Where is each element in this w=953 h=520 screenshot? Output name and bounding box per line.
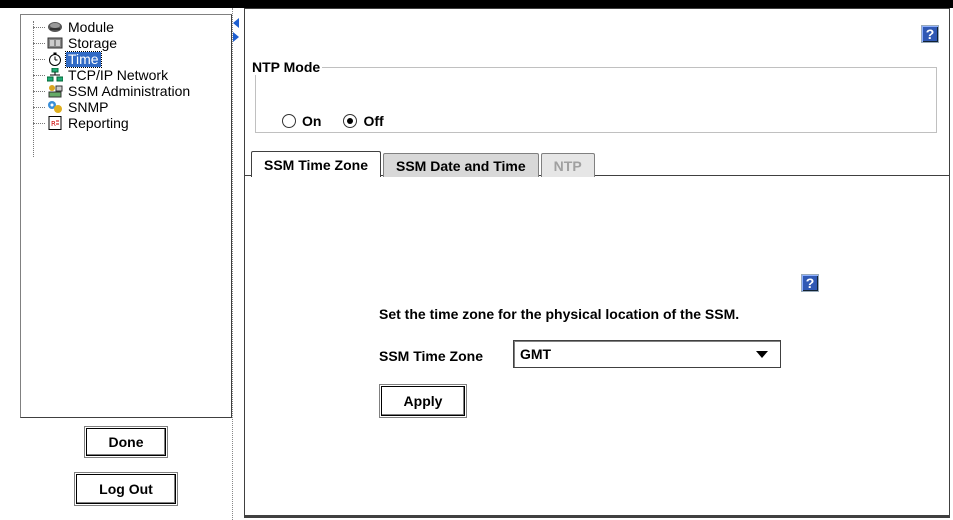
network-icon xyxy=(47,68,63,82)
reporting-icon: R xyxy=(47,116,63,130)
ntp-on-label: On xyxy=(302,113,322,129)
ntp-on-radio[interactable]: On xyxy=(282,113,321,129)
apply-button[interactable]: Apply xyxy=(379,384,467,418)
pane-splitter[interactable] xyxy=(232,8,242,520)
tree-connector xyxy=(33,90,45,92)
tab-ssm-time-zone[interactable]: SSM Time Zone xyxy=(251,151,381,177)
done-button[interactable]: Done xyxy=(84,426,168,458)
tab-ntp: NTP xyxy=(540,153,595,177)
storage-icon xyxy=(47,36,63,50)
expand-right-icon[interactable] xyxy=(233,32,239,42)
ntp-mode-legend: NTP Mode xyxy=(252,59,321,75)
tab-panel-ssm-time-zone: ? Set the time zone for the physical loc… xyxy=(245,175,949,515)
tree-item-label: Time xyxy=(65,50,102,68)
tree-connector xyxy=(33,58,45,60)
tree-connector xyxy=(33,42,45,44)
time-zone-select[interactable]: GMT xyxy=(513,340,781,368)
application-window: Module Storage Time TCP/IP Network SSM A… xyxy=(0,8,953,520)
tab-ssm-date-and-time[interactable]: SSM Date and Time xyxy=(382,153,539,177)
radio-button-icon[interactable] xyxy=(282,114,296,128)
tree-item-snmp[interactable]: SNMP xyxy=(21,99,231,115)
panel-help-icon[interactable]: ? xyxy=(801,274,819,292)
time-zone-description: Set the time zone for the physical locat… xyxy=(379,306,740,322)
tree-item-reporting[interactable]: R Reporting xyxy=(21,115,231,131)
svg-text:R: R xyxy=(51,120,56,128)
snmp-icon xyxy=(47,100,63,114)
tree-item-label: SSM Administration xyxy=(68,82,191,99)
ntp-off-label: Off xyxy=(363,113,384,129)
ntp-mode-group: NTP Mode On Off xyxy=(252,59,937,133)
tree-item-label: TCP/IP Network xyxy=(68,66,169,83)
tree-item-label: Module xyxy=(68,18,114,35)
navigation-pane: Module Storage Time TCP/IP Network SSM A… xyxy=(6,8,232,516)
ntp-off-radio[interactable]: Off xyxy=(343,113,384,129)
tree-item-storage[interactable]: Storage xyxy=(21,35,231,51)
content-pane: ? NTP Mode On Off ? Set the time zone fo… xyxy=(244,8,950,518)
log-out-button[interactable]: Log Out xyxy=(74,472,178,506)
collapse-left-icon[interactable] xyxy=(233,18,239,28)
tree-connector xyxy=(33,106,45,108)
ntp-mode-options: On Off xyxy=(282,113,406,129)
tree-item-label: Storage xyxy=(68,34,118,51)
help-icon[interactable]: ? xyxy=(921,25,939,43)
tree-item-ssm-administration[interactable]: SSM Administration xyxy=(21,83,231,99)
tree-connector xyxy=(33,26,45,28)
navigation-tree: Module Storage Time TCP/IP Network SSM A… xyxy=(20,14,232,418)
module-icon xyxy=(47,20,63,34)
tree-items: Module Storage Time TCP/IP Network SSM A… xyxy=(21,15,231,131)
chevron-down-icon[interactable] xyxy=(756,351,768,358)
tree-item-time[interactable]: Time xyxy=(21,50,231,68)
admin-icon xyxy=(47,84,63,98)
tree-connector xyxy=(33,122,45,124)
tree-item-label: SNMP xyxy=(68,98,109,115)
radio-button-selected-icon[interactable] xyxy=(343,114,358,128)
tree-item-tcpip-network[interactable]: TCP/IP Network xyxy=(21,67,231,83)
tree-item-module[interactable]: Module xyxy=(21,19,231,35)
clock-icon xyxy=(47,52,63,66)
tab-bar: SSM Time Zone SSM Date and Time NTP xyxy=(251,151,597,177)
tree-item-label: Reporting xyxy=(68,114,129,131)
time-zone-value: GMT xyxy=(520,346,552,362)
time-zone-label: SSM Time Zone xyxy=(379,348,483,364)
tree-connector xyxy=(33,74,45,76)
